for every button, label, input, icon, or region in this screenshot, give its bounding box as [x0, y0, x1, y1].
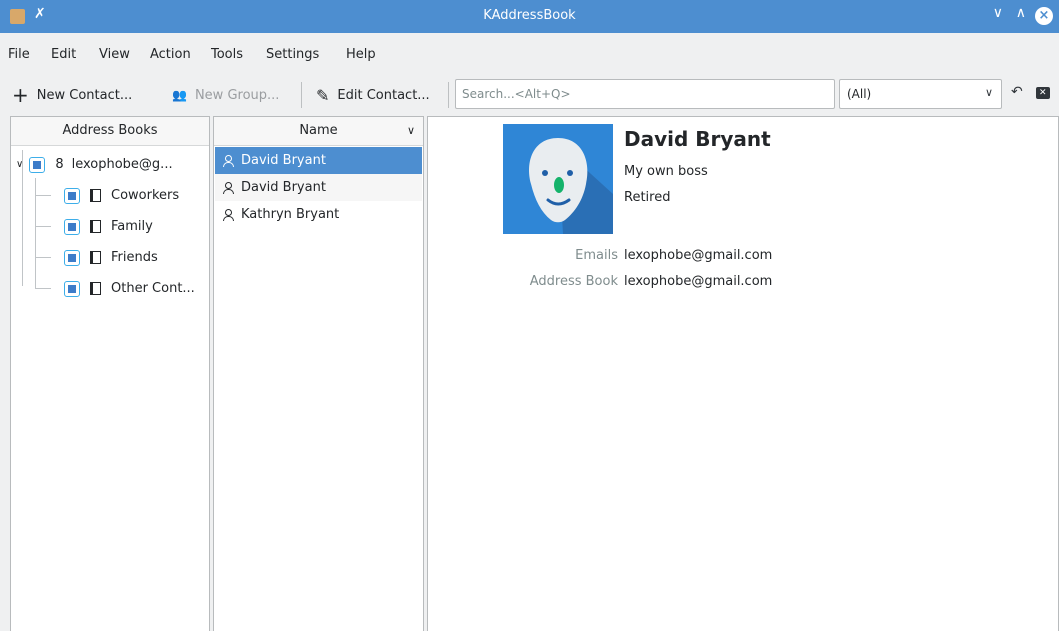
name-column-header[interactable]: Name ∨: [214, 117, 423, 146]
emails-label: Emails: [575, 248, 618, 263]
toolbar-separator: [301, 82, 302, 108]
checkbox[interactable]: [64, 280, 80, 297]
address-book-icon: [90, 220, 101, 233]
maximize-icon[interactable]: ∧: [1016, 5, 1026, 21]
person-icon: [223, 208, 234, 221]
google-icon: 8: [55, 157, 64, 172]
edit-contact-label: Edit Contact...: [337, 87, 430, 103]
address-book-label: Address Book: [529, 274, 618, 289]
toolbar-separator: [448, 82, 449, 108]
search-input[interactable]: Search...<Alt+Q>: [455, 79, 835, 109]
address-books-header[interactable]: Address Books: [11, 117, 209, 146]
tree-item-family[interactable]: Family: [64, 211, 153, 242]
menu-edit[interactable]: Edit: [51, 47, 76, 62]
tree-line: [35, 195, 51, 196]
contact-name: David Bryant: [241, 180, 326, 195]
new-group-label: New Group...: [194, 87, 280, 103]
contact-detail-view: David Bryant My own boss Retired Emails …: [427, 116, 1059, 631]
tree-line: [35, 178, 36, 288]
tree-item-friends[interactable]: Friends: [64, 242, 158, 273]
new-contact-label: New Contact...: [36, 87, 133, 103]
menu-file[interactable]: File: [8, 47, 30, 62]
tree-line: [35, 288, 51, 289]
contact-name: David Bryant: [241, 153, 326, 168]
address-book-value: lexophobe@gmail.com: [624, 274, 773, 289]
new-group-button[interactable]: 👥 New Group...: [172, 81, 279, 109]
tree-item-label: Family: [111, 219, 153, 234]
contact-name-heading: David Bryant: [624, 127, 771, 151]
contact-organization: My own boss: [624, 164, 708, 179]
contact-list-panel: Name ∨ David Bryant David Bryant Kathryn…: [213, 116, 424, 631]
edit-contact-button[interactable]: ✎ Edit Contact...: [316, 81, 430, 109]
filter-dropdown[interactable]: (All) ∨: [839, 79, 1002, 109]
new-contact-button[interactable]: + New Contact...: [12, 81, 132, 109]
email-link[interactable]: lexophobe@gmail.com: [624, 248, 772, 263]
clear-search-icon[interactable]: ✕: [1036, 87, 1050, 99]
group-icon: 👥: [172, 88, 187, 102]
tree-item-label: lexophobe@g...: [71, 157, 173, 172]
tree-item-root[interactable]: ∨ 8 lexophobe@g...: [16, 149, 173, 180]
person-icon: [223, 181, 234, 194]
menu-action[interactable]: Action: [150, 47, 191, 62]
address-book-icon: [90, 282, 101, 295]
name-header-label: Name: [299, 123, 338, 138]
tree-item-label: Other Cont...: [111, 281, 195, 296]
menu-settings[interactable]: Settings: [266, 47, 319, 62]
contact-name: Kathryn Bryant: [241, 207, 340, 222]
menu-bar: File Edit View Action Tools Settings Hel…: [0, 33, 1059, 77]
contact-row[interactable]: David Bryant: [215, 174, 422, 201]
close-icon[interactable]: ×: [1035, 7, 1053, 25]
contact-photo: [503, 124, 613, 234]
filter-value: (All): [847, 87, 872, 101]
tree-item-other-contacts[interactable]: Other Cont...: [64, 273, 195, 304]
plus-icon: +: [12, 83, 29, 107]
address-book-icon: [90, 189, 101, 202]
contact-title: Retired: [624, 190, 671, 205]
menu-view[interactable]: View: [99, 47, 130, 62]
chevron-down-icon[interactable]: ∨: [16, 159, 23, 170]
undo-icon[interactable]: ↶: [1011, 84, 1023, 100]
tree-item-label: Coworkers: [111, 188, 180, 203]
tree-line: [35, 257, 51, 258]
address-book-icon: [90, 251, 101, 264]
tree-line: [35, 226, 51, 227]
checkbox[interactable]: [64, 187, 80, 204]
menu-help[interactable]: Help: [346, 47, 376, 62]
checkbox[interactable]: [64, 249, 80, 266]
title-bar: ✗ KAddressBook ∨ ∧ ×: [0, 0, 1059, 33]
contact-row[interactable]: Kathryn Bryant: [215, 201, 422, 228]
avatar-icon: [529, 138, 613, 234]
chevron-down-icon: ∨: [406, 124, 415, 137]
tree-item-coworkers[interactable]: Coworkers: [64, 180, 179, 211]
window-title: KAddressBook: [483, 8, 576, 23]
contact-row[interactable]: David Bryant: [215, 147, 422, 174]
checkbox[interactable]: [29, 156, 46, 173]
menu-tools[interactable]: Tools: [211, 47, 243, 62]
chevron-down-icon: ∨: [984, 86, 993, 99]
tree-item-label: Friends: [111, 250, 158, 265]
minimize-icon[interactable]: ∨: [993, 5, 1003, 21]
person-icon: [223, 154, 234, 167]
pencil-icon: ✎: [316, 85, 330, 105]
checkbox[interactable]: [64, 218, 80, 235]
